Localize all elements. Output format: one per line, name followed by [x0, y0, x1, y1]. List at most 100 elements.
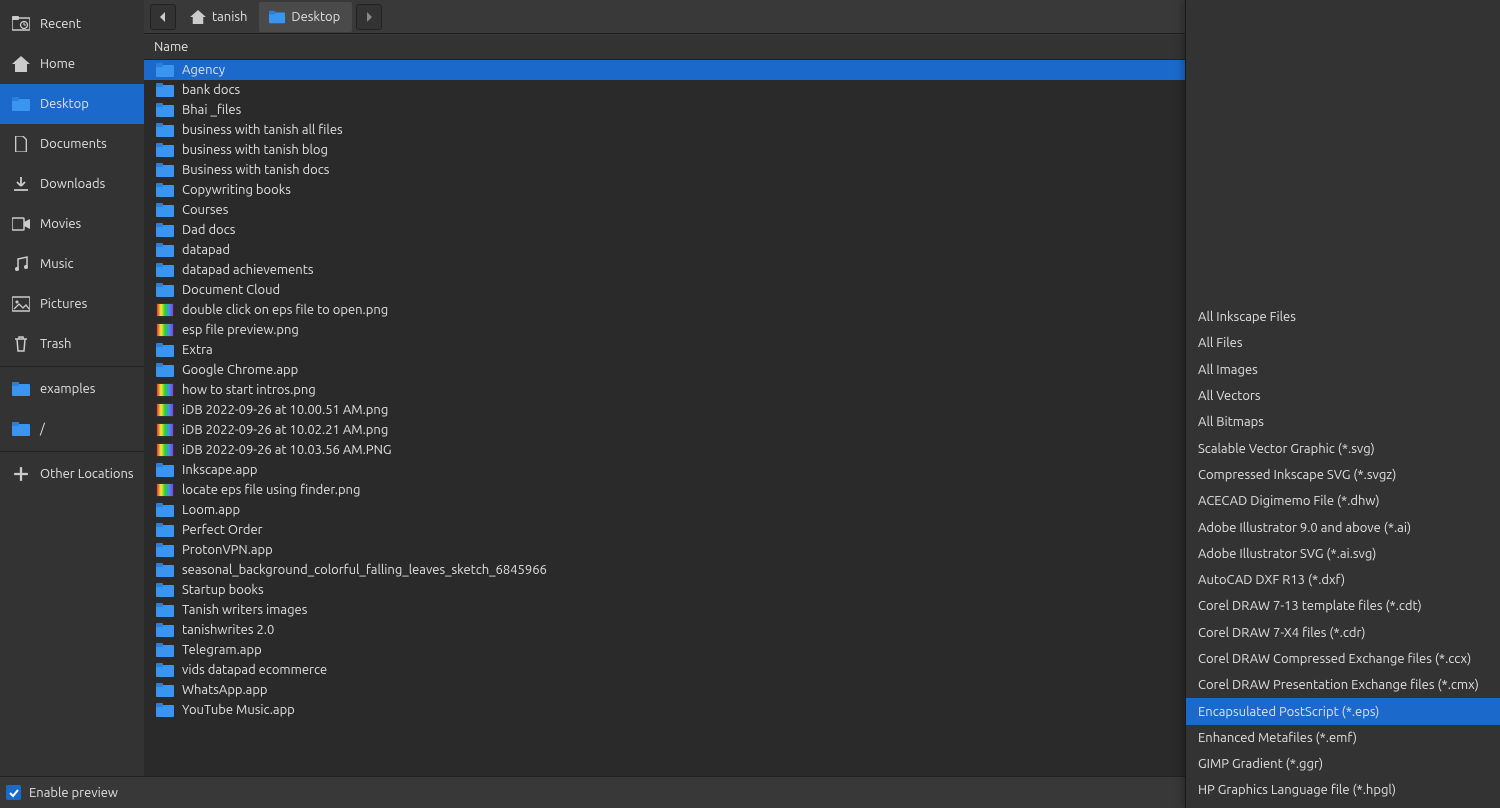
folder-icon	[156, 123, 174, 137]
filter-option[interactable]: Corel DRAW Compressed Exchange files (*.…	[1186, 646, 1500, 672]
filter-option[interactable]: Adobe Illustrator 9.0 and above (*.ai)	[1186, 514, 1500, 540]
filter-option[interactable]: GIMP Gradient (*.ggr)	[1186, 751, 1500, 777]
filter-option[interactable]: Enhanced Metafiles (*.emf)	[1186, 725, 1500, 751]
folder-icon	[156, 163, 174, 177]
filter-option[interactable]: Encapsulated PostScript (*.eps)	[1186, 698, 1500, 724]
filter-option-label: Compressed Inkscape SVG (*.svgz)	[1198, 468, 1396, 482]
file-name: Loom.app	[182, 503, 240, 517]
filter-option[interactable]: Scalable Vector Graphic (*.svg)	[1186, 435, 1500, 461]
sidebar-item-label: Recent	[40, 17, 81, 31]
image-file-icon	[156, 423, 174, 437]
folder-icon	[156, 203, 174, 217]
sidebar-item-label: Pictures	[40, 297, 87, 311]
file-name: datapad achievements	[182, 263, 313, 277]
filter-option-label: All Files	[1198, 336, 1242, 350]
folder-icon	[156, 703, 174, 717]
filter-option-label: GIMP Gradient (*.ggr)	[1198, 757, 1323, 771]
breadcrumb-label: Desktop	[291, 10, 340, 24]
nav-back-button[interactable]	[150, 4, 176, 30]
sidebar-item-music[interactable]: Music	[0, 244, 144, 284]
folder-icon	[12, 420, 30, 438]
folder-icon	[156, 463, 174, 477]
filter-option[interactable]: All Files	[1186, 330, 1500, 356]
filter-option[interactable]: All Inkscape Files	[1186, 304, 1500, 330]
filter-option-label: All Vectors	[1198, 389, 1261, 403]
home-icon	[190, 10, 206, 24]
filter-option-label: AutoCAD DXF R13 (*.dxf)	[1198, 573, 1345, 587]
file-name: bank docs	[182, 83, 240, 97]
file-type-filter-menu[interactable]: All Inkscape Files All Files All Images All…	[1185, 0, 1500, 808]
filter-option[interactable]: Corel DRAW Presentation Exchange files (…	[1186, 672, 1500, 698]
image-file-icon	[156, 303, 174, 317]
image-file-icon	[156, 403, 174, 417]
file-name: how to start intros.png	[182, 383, 316, 397]
filter-option-label: Enhanced Metafiles (*.emf)	[1198, 731, 1357, 745]
folder-icon	[156, 643, 174, 657]
filter-option[interactable]: All Images	[1186, 357, 1500, 383]
home-icon	[12, 55, 30, 73]
breadcrumb-tanish[interactable]: tanish	[180, 2, 259, 32]
sidebar-item-home[interactable]: Home	[0, 44, 144, 84]
sidebar-item-label: Downloads	[40, 177, 105, 191]
image-file-icon	[156, 323, 174, 337]
folder-icon	[156, 623, 174, 637]
file-name: Perfect Order	[182, 523, 263, 537]
filter-option[interactable]: Corel DRAW 7-X4 files (*.cdr)	[1186, 620, 1500, 646]
filter-option-label: Encapsulated PostScript (*.eps)	[1198, 705, 1379, 719]
image-file-icon	[156, 483, 174, 497]
chevron-left-icon	[158, 12, 168, 22]
file-name: Google Chrome.app	[182, 363, 298, 377]
file-name: iDB 2022-09-26 at 10.00.51 AM.png	[182, 403, 388, 417]
filter-option[interactable]: HP Graphics Language file (*.hpgl)	[1186, 777, 1500, 803]
filter-option[interactable]: Corel DRAW 7-13 template files (*.cdt)	[1186, 593, 1500, 619]
nav-forward-button[interactable]	[356, 4, 382, 30]
folder-icon	[156, 503, 174, 517]
enable-preview-checkbox[interactable]	[6, 785, 21, 800]
file-name: double click on eps file to open.png	[182, 303, 388, 317]
sidebar-item-downloads[interactable]: Downloads	[0, 164, 144, 204]
file-name: Telegram.app	[182, 643, 262, 657]
sidebar-item-examples[interactable]: examples	[0, 369, 144, 409]
sidebar-item-label: Other Locations	[40, 467, 134, 481]
sidebar-item--[interactable]: /	[0, 409, 144, 449]
plus-icon	[12, 465, 30, 483]
sidebar-item-pictures[interactable]: Pictures	[0, 284, 144, 324]
file-name: WhatsApp.app	[182, 683, 268, 697]
filter-option-label: HP Graphics Language file (*.hpgl)	[1198, 783, 1396, 797]
filter-option[interactable]: AutoCAD DXF R13 (*.dxf)	[1186, 567, 1500, 593]
filter-option[interactable]: Adobe Illustrator SVG (*.ai.svg)	[1186, 541, 1500, 567]
filter-option-label: Corel DRAW 7-X4 files (*.cdr)	[1198, 626, 1365, 640]
breadcrumb-desktop[interactable]: Desktop	[259, 2, 352, 32]
sidebar-item-desktop[interactable]: Desktop	[0, 84, 144, 124]
file-name: Document Cloud	[182, 283, 280, 297]
sidebar-item-trash[interactable]: Trash	[0, 324, 144, 364]
column-header-name[interactable]: Name	[144, 40, 1302, 54]
folder-icon	[156, 523, 174, 537]
folder-icon	[269, 10, 285, 24]
filter-option[interactable]: All Bitmaps	[1186, 409, 1500, 435]
music-icon	[12, 255, 30, 273]
folder-icon	[156, 683, 174, 697]
sidebar-item-label: examples	[40, 382, 95, 396]
folder-icon	[12, 380, 30, 398]
filter-option-label: Adobe Illustrator 9.0 and above (*.ai)	[1198, 521, 1411, 535]
file-name: Tanish writers images	[182, 603, 307, 617]
breadcrumb-label: tanish	[212, 10, 247, 24]
filter-option[interactable]: Compressed Inkscape SVG (*.svgz)	[1186, 462, 1500, 488]
folder-icon	[156, 243, 174, 257]
sidebar-item-other-locations[interactable]: Other Locations	[0, 454, 144, 494]
folder-icon	[156, 143, 174, 157]
sidebar-item-recent[interactable]: Recent	[0, 4, 144, 44]
filter-option[interactable]: All Vectors	[1186, 383, 1500, 409]
file-name: Inkscape.app	[182, 463, 257, 477]
chevron-right-icon	[364, 12, 374, 22]
filter-option-label: Scalable Vector Graphic (*.svg)	[1198, 442, 1375, 456]
filter-option[interactable]: ACECAD Digimemo File (*.dhw)	[1186, 488, 1500, 514]
sidebar-item-documents[interactable]: Documents	[0, 124, 144, 164]
file-name: esp file preview.png	[182, 323, 299, 337]
file-name: Startup books	[182, 583, 264, 597]
trash-icon	[12, 335, 30, 353]
sidebar-item-movies[interactable]: Movies	[0, 204, 144, 244]
file-name: iDB 2022-09-26 at 10.03.56 AM.PNG	[182, 443, 391, 457]
folder-icon	[156, 363, 174, 377]
